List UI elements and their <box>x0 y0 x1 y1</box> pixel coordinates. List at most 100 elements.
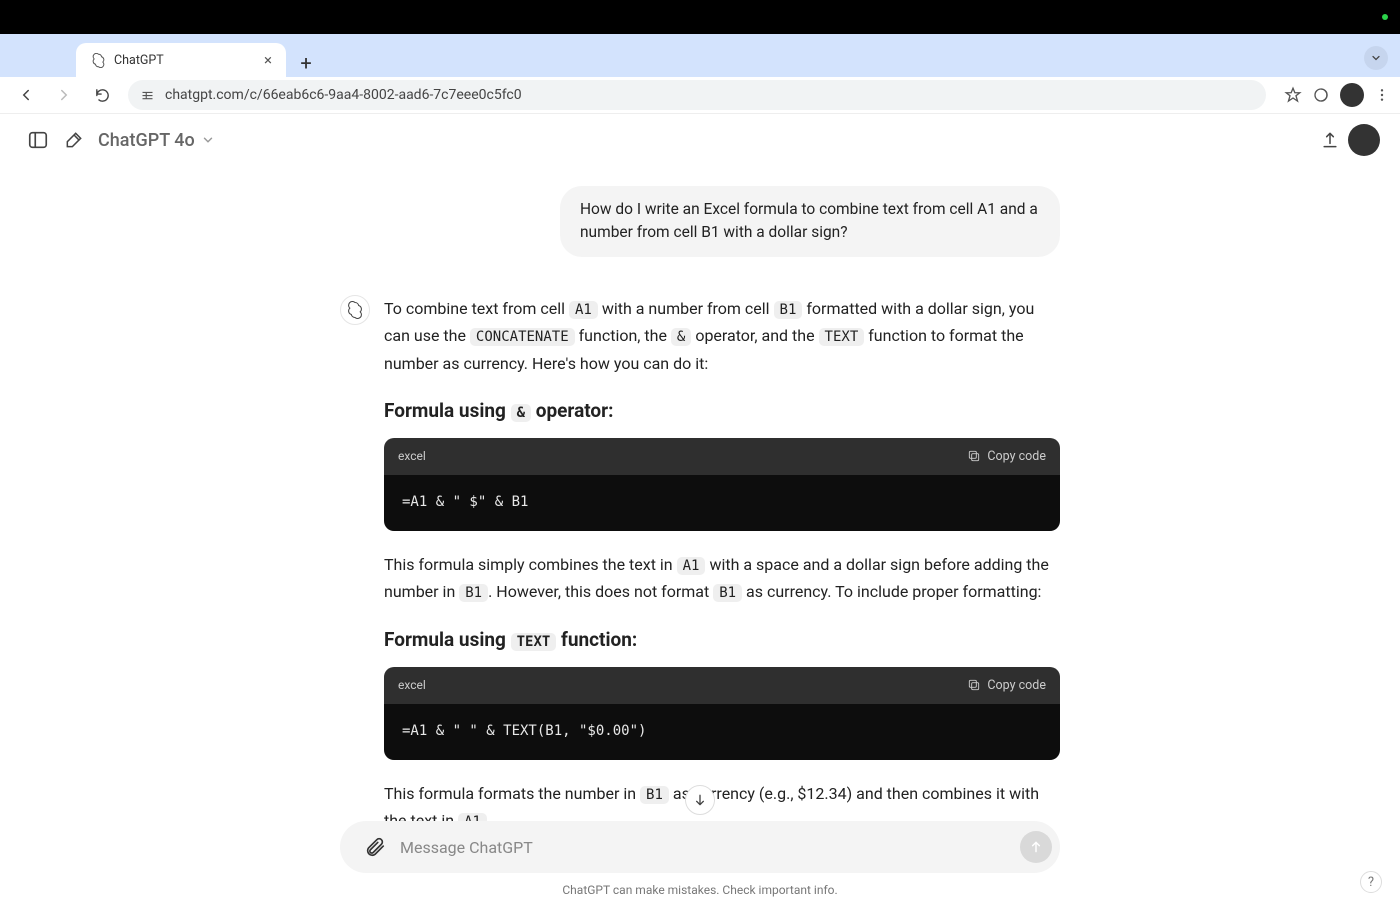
text: function: <box>556 628 637 651</box>
bookmark-button[interactable] <box>1284 86 1302 104</box>
text: function, the <box>575 326 671 345</box>
intro-paragraph: To combine text from cell A1 with a numb… <box>384 295 1060 378</box>
model-selector[interactable]: ChatGPT 4o <box>98 130 215 151</box>
code-inline: A1 <box>458 813 487 821</box>
code-inline: CONCATENATE <box>470 328 575 346</box>
window-titlebar <box>0 0 1400 34</box>
openai-icon <box>346 301 364 319</box>
code-inline: B1 <box>713 584 742 602</box>
input-area: Message ChatGPT ChatGPT can make mistake… <box>0 821 1400 911</box>
text: operator: <box>531 399 613 422</box>
user-bubble: How do I write an Excel formula to combi… <box>560 186 1060 257</box>
arrow-down-icon <box>692 792 708 808</box>
code-body: =A1 & " " & TEXT(B1, "$0.00") <box>384 704 1060 760</box>
site-info-icon[interactable] <box>140 88 155 103</box>
disclaimer-text: ChatGPT can make mistakes. Check importa… <box>562 883 837 897</box>
tab-title: ChatGPT <box>114 53 164 68</box>
code-inline: & <box>671 328 691 346</box>
send-button[interactable] <box>1020 831 1052 863</box>
copy-icon <box>967 678 981 692</box>
forward-button[interactable] <box>48 79 80 111</box>
text: This formula simply combines the text in <box>384 555 677 574</box>
conversation-scroll[interactable]: How do I write an Excel formula to combi… <box>0 166 1400 821</box>
code-header: excel Copy code <box>384 667 1060 704</box>
text: This formula formats the number in <box>384 784 640 803</box>
code-inline: A1 <box>677 557 706 575</box>
copy-label: Copy code <box>987 675 1046 696</box>
browser-menu-button[interactable] <box>1374 87 1390 103</box>
new-tab-button[interactable]: + <box>292 49 320 77</box>
copy-code-button[interactable]: Copy code <box>967 446 1046 467</box>
code-inline: TEXT <box>819 328 865 346</box>
section-heading-2: Formula using TEXT function: <box>384 624 1060 656</box>
help-button[interactable]: ? <box>1360 871 1382 893</box>
kebab-icon <box>1374 87 1390 103</box>
text: Formula using <box>384 628 511 651</box>
code-inline: B1 <box>640 786 669 804</box>
chatgpt-favicon-icon <box>90 52 106 68</box>
toggle-sidebar-button[interactable] <box>20 122 56 158</box>
explain-paragraph-2: This formula formats the number in B1 as… <box>384 780 1060 821</box>
copy-label: Copy code <box>987 446 1046 467</box>
assistant-avatar <box>340 295 370 325</box>
message-input[interactable]: Message ChatGPT <box>340 821 1060 873</box>
text: operator, and the <box>691 326 818 345</box>
reload-icon <box>94 87 111 104</box>
paperclip-icon <box>364 836 386 858</box>
edit-icon <box>64 130 84 150</box>
code-block-2: excel Copy code =A1 & " " & TEXT(B1, "$0… <box>384 667 1060 760</box>
model-label: ChatGPT 4o <box>98 130 195 151</box>
browser-toolbar: chatgpt.com/c/66eab6c6-9aa4-8002-aad6-7c… <box>0 77 1400 114</box>
code-inline: & <box>511 404 531 422</box>
conversation: How do I write an Excel formula to combi… <box>340 166 1060 821</box>
arrow-right-icon <box>55 86 73 104</box>
code-block-1: excel Copy code =A1 & " $" & B1 <box>384 438 1060 531</box>
code-language: excel <box>398 675 426 695</box>
explain-paragraph-1: This formula simply combines the text in… <box>384 551 1060 607</box>
reload-button[interactable] <box>86 79 118 111</box>
browser-tab-active[interactable]: ChatGPT × <box>76 43 286 77</box>
browser-tabstrip: ChatGPT × + <box>0 34 1400 77</box>
url-bar[interactable]: chatgpt.com/c/66eab6c6-9aa4-8002-aad6-7c… <box>128 80 1266 110</box>
message-placeholder: Message ChatGPT <box>392 838 1020 857</box>
text: . However, this does not format <box>488 582 713 601</box>
share-button[interactable] <box>1312 122 1348 158</box>
copy-icon <box>967 449 981 463</box>
scroll-to-bottom-button[interactable] <box>685 785 715 815</box>
status-dot <box>1382 14 1388 20</box>
upload-icon <box>1320 130 1340 150</box>
code-inline: B1 <box>459 584 488 602</box>
extension-button[interactable] <box>1312 86 1330 104</box>
back-button[interactable] <box>10 79 42 111</box>
text: with a number from cell <box>598 299 774 318</box>
attach-button[interactable] <box>358 830 392 864</box>
code-body: =A1 & " $" & B1 <box>384 475 1060 531</box>
assistant-message: To combine text from cell A1 with a numb… <box>340 295 1060 822</box>
tabs-dropdown-button[interactable] <box>1364 46 1388 70</box>
browser-profile-avatar[interactable] <box>1340 83 1364 107</box>
user-message: How do I write an Excel formula to combi… <box>340 186 1060 257</box>
star-icon <box>1284 86 1302 104</box>
arrow-left-icon <box>17 86 35 104</box>
code-inline: A1 <box>569 301 598 319</box>
copy-code-button[interactable]: Copy code <box>967 675 1046 696</box>
new-chat-button[interactable] <box>56 122 92 158</box>
text: To combine text from cell <box>384 299 569 318</box>
code-inline: B1 <box>774 301 803 319</box>
code-language: excel <box>398 446 426 466</box>
text: Formula using <box>384 399 511 422</box>
assistant-body: To combine text from cell A1 with a numb… <box>384 295 1060 822</box>
section-heading-1: Formula using & operator: <box>384 395 1060 427</box>
sidebar-icon <box>27 129 49 151</box>
code-inline: TEXT <box>511 633 557 651</box>
app-header: ChatGPT 4o <box>0 114 1400 166</box>
close-tab-icon[interactable]: × <box>264 51 272 69</box>
code-header: excel Copy code <box>384 438 1060 475</box>
chevron-down-icon <box>201 133 215 147</box>
text: . <box>487 811 491 821</box>
arrow-up-icon <box>1028 839 1044 855</box>
user-avatar[interactable] <box>1348 124 1380 156</box>
url-text: chatgpt.com/c/66eab6c6-9aa4-8002-aad6-7c… <box>165 87 522 103</box>
chevron-down-icon <box>1370 52 1382 64</box>
text: as currency. To include proper formattin… <box>742 582 1041 601</box>
